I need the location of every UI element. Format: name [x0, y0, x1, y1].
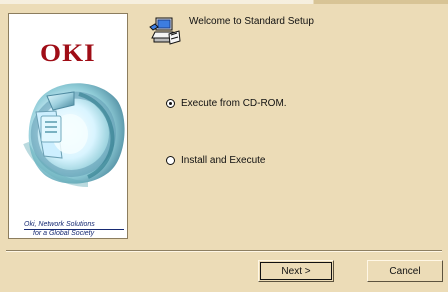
- next-button[interactable]: Next >: [258, 260, 334, 282]
- cancel-button[interactable]: Cancel: [367, 260, 443, 282]
- radio-unchecked-icon[interactable]: [166, 156, 175, 165]
- branding-panel: OKI Oki, Network Solutions for a Global …: [8, 13, 128, 239]
- bottom-separator: [6, 250, 442, 252]
- setup-dialog: OKI Oki, Network Solutions for a Global …: [0, 0, 448, 292]
- slogan-line-1: Oki, Network Solutions: [24, 221, 95, 228]
- option-label-execute-from-cd: Execute from CD-ROM.: [181, 98, 287, 109]
- slogan-line-2: for a Global Society: [33, 230, 95, 237]
- option-label-install-and-execute: Install and Execute: [181, 155, 266, 166]
- setup-computer-icon: [149, 17, 181, 45]
- disc-artwork: [23, 83, 125, 187]
- dialog-title: Welcome to Standard Setup: [189, 16, 314, 27]
- slogan: Oki, Network Solutions for a Global Soci…: [24, 221, 124, 237]
- option-install-and-execute[interactable]: Install and Execute: [166, 155, 266, 166]
- option-execute-from-cd[interactable]: Execute from CD-ROM.: [166, 98, 287, 109]
- top-edge: [0, 0, 448, 4]
- oki-logo: OKI: [40, 40, 96, 67]
- radio-checked-icon[interactable]: [166, 99, 175, 108]
